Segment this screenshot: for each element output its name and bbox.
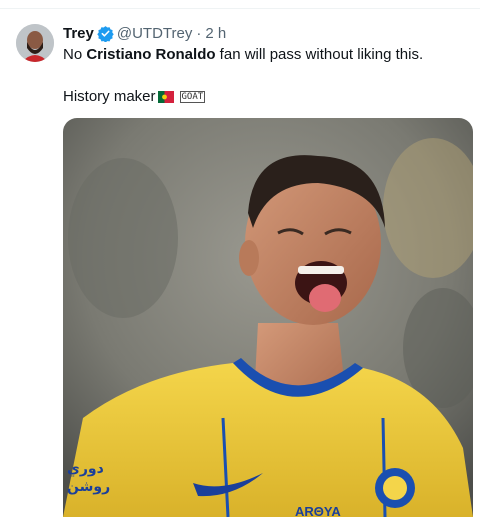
divider <box>0 8 480 9</box>
separator-dot: · <box>196 24 202 42</box>
tweet-header: Trey @UTDTrey · 2 h <box>63 23 226 43</box>
portugal-flag-icon <box>157 91 174 103</box>
tongue <box>309 284 341 312</box>
sleeve-text: دوري <box>67 461 104 478</box>
avatar[interactable] <box>16 24 54 62</box>
text-prefix: No <box>63 46 87 63</box>
verified-badge-icon <box>97 25 114 42</box>
sleeve-text-2: روشن <box>67 479 110 495</box>
tweet-text: No Cristiano Ronaldo fan will pass witho… <box>63 45 463 107</box>
author-name[interactable]: Trey <box>63 25 94 42</box>
avatar-image <box>16 24 54 62</box>
text-line2: History maker <box>63 88 156 105</box>
tweet-timestamp[interactable]: 2 h <box>205 25 226 42</box>
photo-illustration: ARΘYA دوري روشن <box>63 118 473 517</box>
tweet-media-photo[interactable]: ARΘYA دوري روشن <box>63 118 473 517</box>
text-suffix: fan will pass without liking this. <box>215 46 424 63</box>
tweet-text-line2: History maker GOAT <box>63 87 463 107</box>
text-bold: Cristiano Ronaldo <box>86 46 216 63</box>
jersey-sponsor: ARΘYA <box>295 504 341 517</box>
author-handle[interactable]: @UTDTrey <box>117 25 193 42</box>
tweet-text-line1: No Cristiano Ronaldo fan will pass witho… <box>63 45 463 65</box>
goat-emoji: GOAT <box>179 91 206 103</box>
